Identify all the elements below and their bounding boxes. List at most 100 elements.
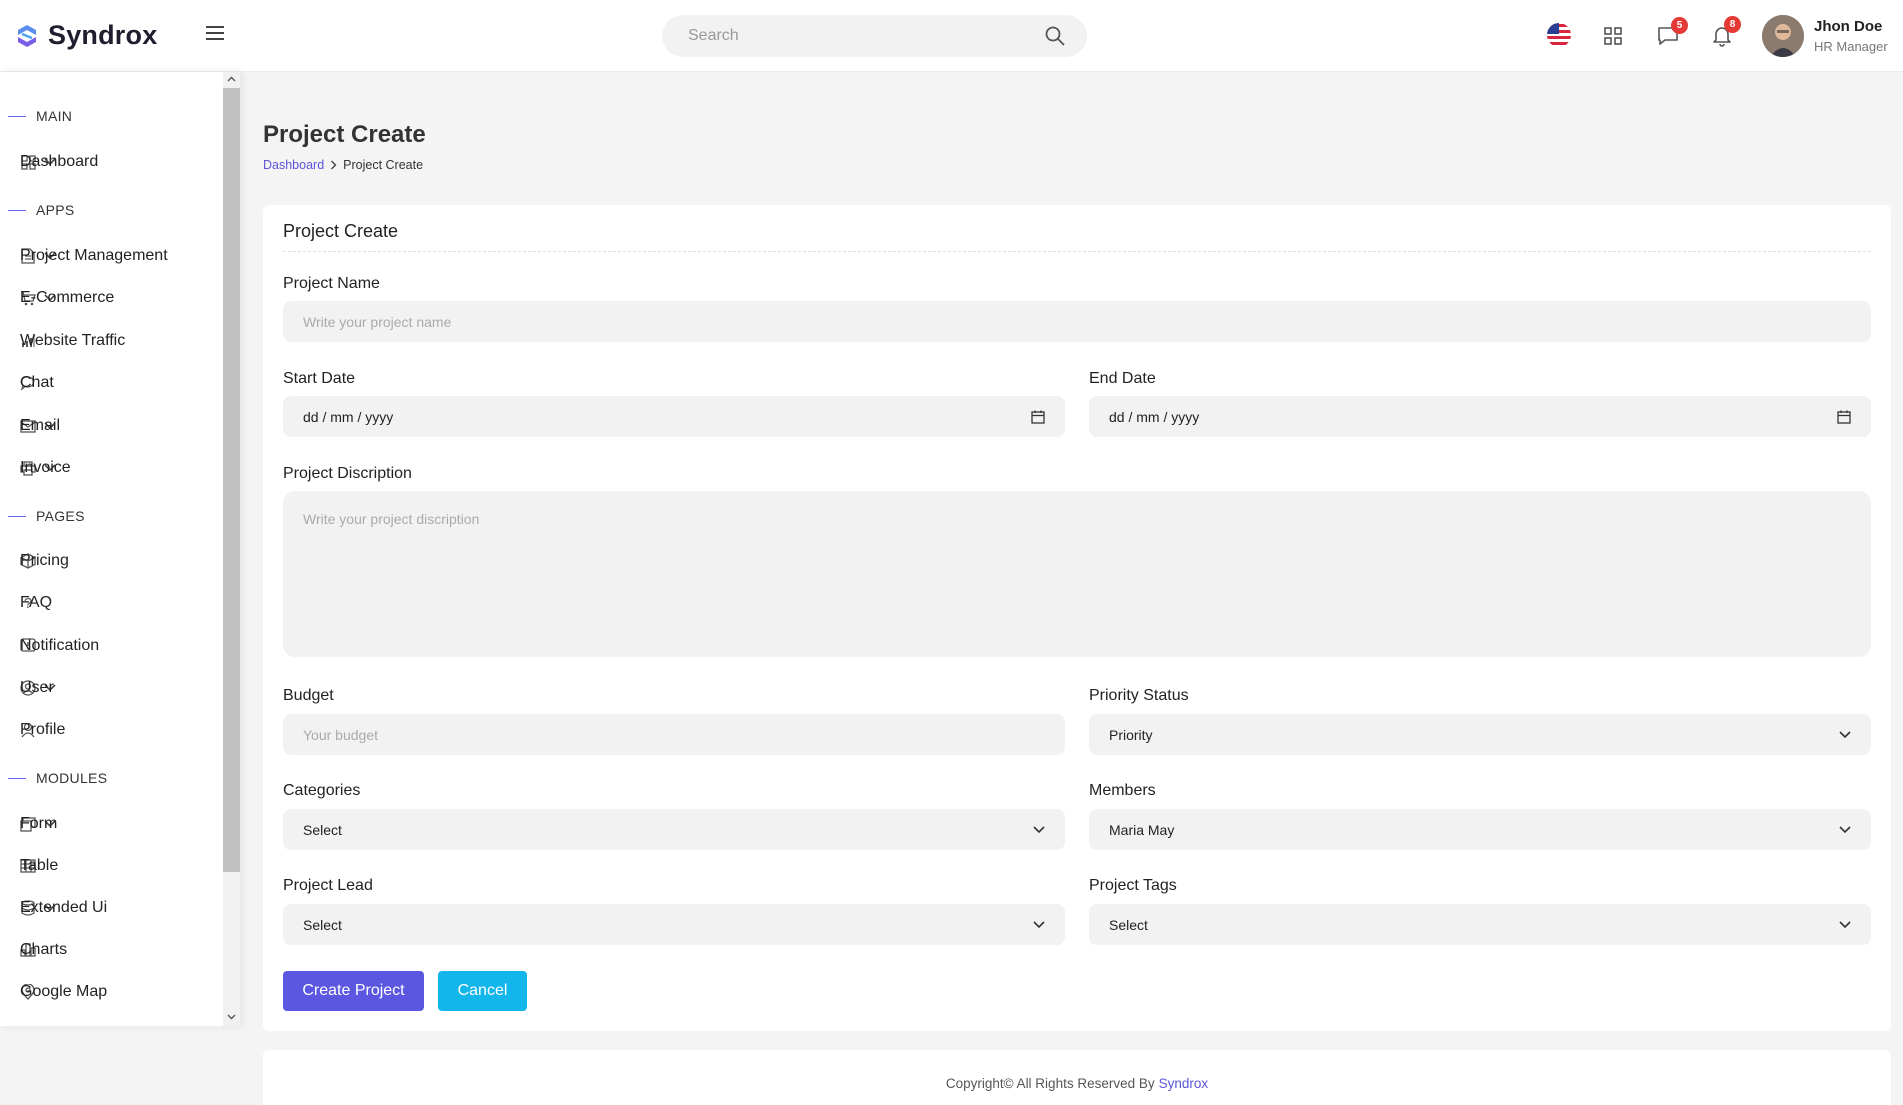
categories-select[interactable]: Select (283, 809, 1065, 850)
footer-brand-link[interactable]: Syndrox (1159, 1076, 1209, 1105)
sidebar-item-label: Invoice (20, 459, 71, 476)
chevron-down-icon (1839, 730, 1851, 738)
priority-status-label: Priority Status (1089, 687, 1189, 704)
breadcrumb: Dashboard Project Create (263, 158, 423, 172)
user-role: HR Manager (1814, 39, 1888, 54)
sidebar-item-email[interactable]: Email (20, 417, 212, 434)
sidebar-item-dashboard[interactable]: Dashboard (20, 153, 212, 170)
sidebar-item-label: Project Management (20, 247, 168, 264)
calendar-icon[interactable] (1031, 410, 1045, 424)
sidebar-section-apps: APPS (8, 202, 75, 218)
sidebar-item-label: Pricing (20, 552, 69, 569)
sidebar-item-label: E-Commerce (20, 289, 115, 306)
project-name-input[interactable]: Write your project name (283, 301, 1871, 342)
chevron-down-icon (1033, 825, 1045, 833)
sidebar-item-label: Website Traffic (20, 332, 126, 349)
sidebar-item-project-management[interactable]: Project Management (20, 247, 212, 264)
sidebar-item-label: Charts (20, 941, 68, 958)
sidebar-item-pricing[interactable]: Pricing (20, 552, 212, 569)
apps-grid-icon[interactable] (1604, 27, 1622, 49)
user-menu[interactable]: Jhon Doe HR Manager (1762, 15, 1888, 57)
sidebar-item-table[interactable]: Table (20, 857, 212, 874)
sidebar-item-extended-ui[interactable]: Extended Ui (20, 899, 212, 916)
sidebar-item-invoice[interactable]: Invoice (20, 459, 212, 476)
breadcrumb-home-link[interactable]: Dashboard (263, 158, 324, 172)
breadcrumb-current: Project Create (343, 158, 424, 172)
footer-copyright: Copyright© All Rights Reserved By (945, 1076, 1155, 1091)
sidebar-item-label: Form (20, 815, 58, 832)
sidebar-item-ecommerce[interactable]: E-Commerce (20, 289, 212, 306)
sidebar-item-notification[interactable]: Notification (20, 637, 212, 654)
scroll-up-icon[interactable] (227, 75, 236, 84)
calendar-icon[interactable] (1837, 410, 1851, 424)
sidebar-item-form[interactable]: Form (20, 815, 212, 832)
sidebar-item-label: Google Map (20, 983, 108, 1000)
members-select[interactable]: Maria May (1089, 809, 1871, 850)
scrollbar-thumb[interactable] (223, 88, 240, 872)
footer: Copyright© All Rights Reserved By Syndro… (263, 1050, 1891, 1105)
project-tags-label: Project Tags (1089, 877, 1177, 894)
avatar (1762, 15, 1804, 57)
description-textarea[interactable]: Write your project discription (283, 491, 1871, 657)
project-tags-select[interactable]: Select (1089, 904, 1871, 945)
create-project-button[interactable]: Create Project (283, 971, 424, 1011)
start-date-input[interactable]: dd / mm / yyyy (283, 396, 1065, 437)
notifications-badge: 8 (1724, 16, 1741, 33)
sidebar-item-charts[interactable]: Charts (20, 941, 212, 958)
search-icon[interactable] (1045, 26, 1065, 46)
sidebar-item-website-traffic[interactable]: Website Traffic (20, 332, 212, 349)
project-lead-select[interactable]: Select (283, 904, 1065, 945)
sidebar-section-main: MAIN (8, 108, 72, 124)
search-bar (662, 15, 1087, 57)
sidebar-item-label: Extended Ui (20, 899, 108, 916)
chevron-down-icon (1033, 920, 1045, 928)
cancel-button[interactable]: Cancel (438, 971, 527, 1011)
sidebar-item-label: User (20, 679, 54, 696)
members-label: Members (1089, 782, 1156, 799)
card-divider (283, 251, 1871, 252)
end-date-label: End Date (1089, 370, 1156, 387)
logo[interactable]: Syndrox (14, 20, 157, 51)
flag-icon[interactable] (1546, 22, 1572, 52)
menu-toggle-icon[interactable] (206, 26, 224, 44)
sidebar-item-label: Profile (20, 721, 66, 738)
user-name: Jhon Doe (1814, 18, 1883, 35)
chevron-down-icon (1839, 825, 1851, 833)
sidebar-item-chat[interactable]: Chat (20, 374, 212, 391)
categories-label: Categories (283, 782, 361, 799)
sidebar-item-label: FAQ (20, 594, 53, 611)
logo-text: Syndrox (48, 20, 158, 50)
card-title: Project Create (283, 221, 399, 241)
sidebar-item-label: Table (20, 857, 59, 874)
page-title: Project Create (263, 121, 426, 148)
chevron-down-icon (1839, 920, 1851, 928)
sidebar-item-faq[interactable]: ? FAQ (20, 594, 212, 612)
sidebar-section-modules: MODULES (8, 770, 107, 786)
sidebar-item-label: Dashboard (20, 153, 99, 170)
project-lead-label: Project Lead (283, 877, 373, 894)
end-date-input[interactable]: dd / mm / yyyy (1089, 396, 1871, 437)
priority-status-select[interactable]: Priority (1089, 714, 1871, 755)
logo-icon (18, 24, 36, 47)
sidebar-item-label: Notification (20, 637, 100, 654)
notifications-icon[interactable]: 8 (1712, 16, 1741, 51)
chevron-right-icon (331, 160, 337, 170)
sidebar: MAIN Dashboard APPS Project Management E… (0, 72, 240, 1026)
budget-input[interactable]: Your budget (283, 714, 1065, 755)
budget-label: Budget (283, 687, 334, 704)
messages-badge: 5 (1671, 17, 1688, 34)
sidebar-item-google-map[interactable]: Google Map (20, 983, 212, 1000)
sidebar-item-label: Email (20, 417, 61, 434)
scroll-down-icon[interactable] (227, 1012, 236, 1021)
start-date-label: Start Date (283, 370, 356, 387)
sidebar-scrollbar[interactable] (223, 72, 240, 1026)
sidebar-item-user[interactable]: User (20, 679, 212, 696)
search-input[interactable] (688, 27, 1045, 45)
sidebar-item-label: Chat (20, 374, 54, 391)
messages-icon[interactable]: 5 (1657, 17, 1688, 50)
sidebar-item-profile[interactable]: Profile (20, 721, 212, 738)
project-name-label: Project Name (283, 275, 380, 292)
sidebar-section-pages: PAGES (8, 508, 85, 524)
top-header: Syndrox 5 8 Jhon Doe HR Mana (0, 0, 1903, 72)
project-create-card: Project Create Project Name Write your p… (263, 205, 1891, 1031)
